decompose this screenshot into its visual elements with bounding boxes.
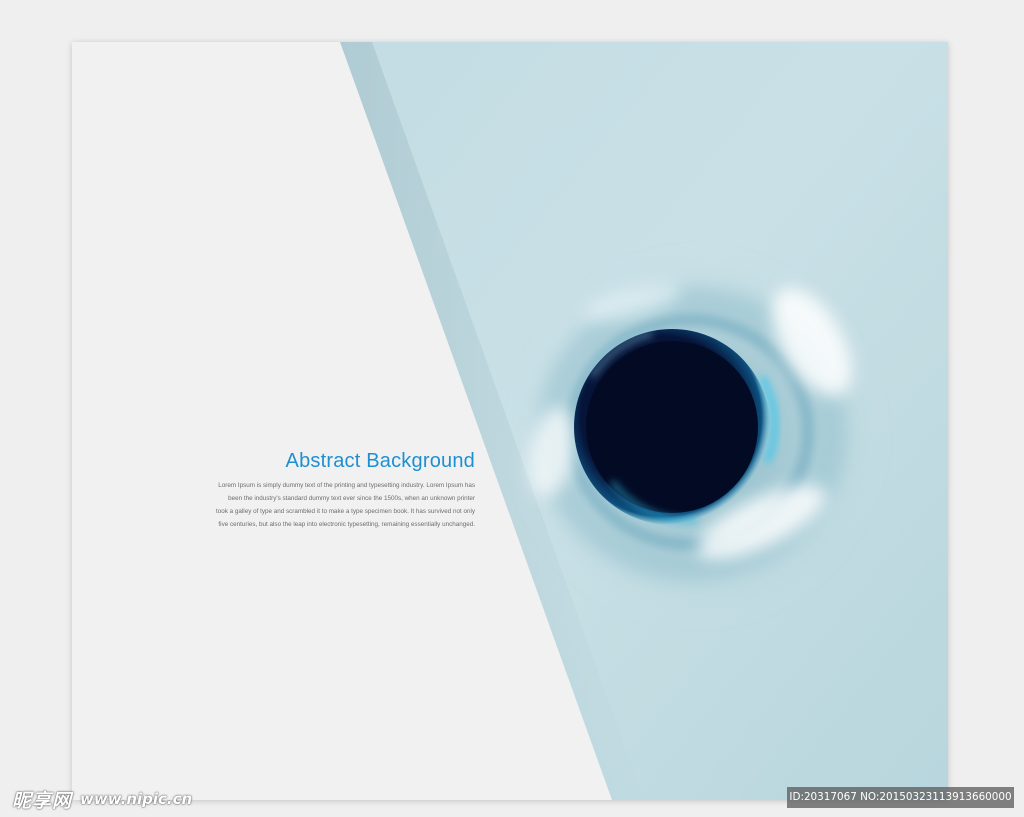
body-line: Lorem Ipsum is simply dummy text of the … bbox=[218, 482, 475, 489]
body-paragraph: Lorem Ipsum is simply dummy text of the … bbox=[170, 479, 475, 531]
watermark-url: www.nipic.cn bbox=[80, 790, 193, 808]
watermark-logo-text: 昵享网 bbox=[12, 789, 73, 812]
abstract-vortex-panel bbox=[340, 42, 948, 800]
body-line: five centuries, but also the leap into e… bbox=[218, 521, 475, 528]
watermark-logo: 昵享网 www.nipic.cn bbox=[12, 787, 193, 812]
watermark-id-badge: ID:20317067 NO:20150323113913660000 bbox=[787, 787, 1014, 808]
page: Abstract Background Lorem Ipsum is simpl… bbox=[0, 0, 1024, 817]
body-line: took a galley of type and scrambled it t… bbox=[215, 508, 475, 515]
headline: Abstract Background bbox=[285, 450, 475, 472]
brochure-card: Abstract Background Lorem Ipsum is simpl… bbox=[72, 42, 948, 800]
body-line: been the industry's standard dummy text … bbox=[228, 495, 475, 502]
